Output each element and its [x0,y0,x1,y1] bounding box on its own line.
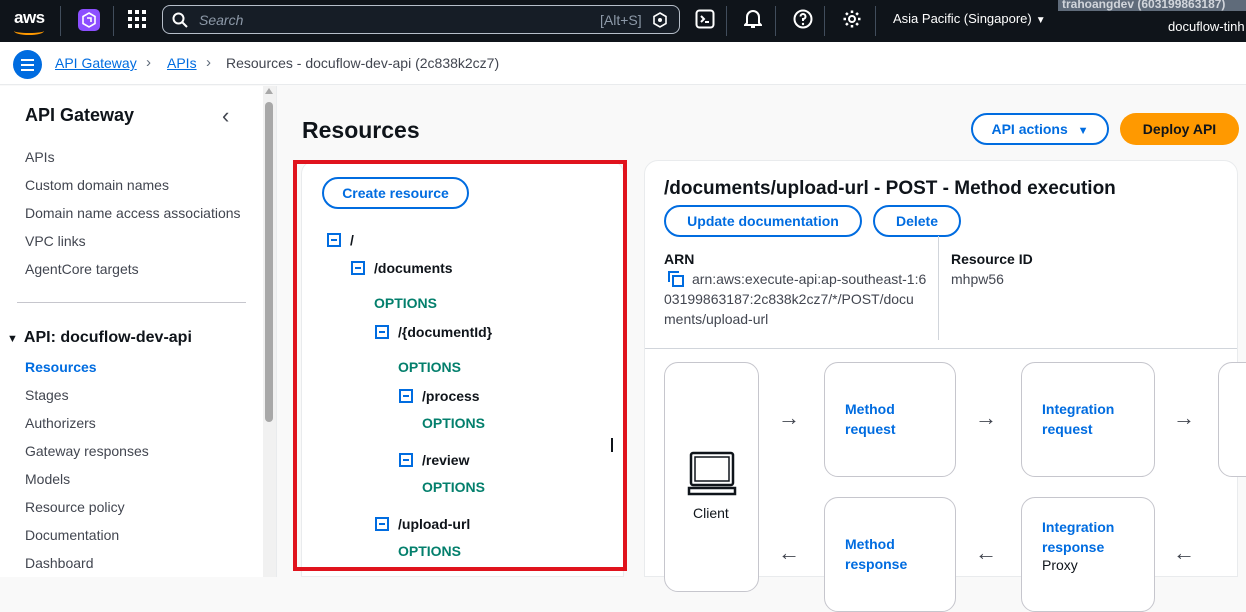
sidebar-item-vpc-links[interactable]: VPC links [25,233,86,249]
nav-divider [60,6,61,36]
nav-divider [726,6,727,36]
client-label: Client [693,505,729,521]
sidebar: API Gateway ‹ APIs Custom domain names D… [0,86,277,577]
scrollbar-thumb[interactable] [265,102,273,422]
api-gateway-service-icon[interactable] [78,9,100,31]
method-request-link[interactable]: Method request [845,399,896,439]
region-label: Asia Pacific (Singapore) [893,11,1032,26]
endpoint-card[interactable] [1218,362,1246,477]
integration-type: Proxy [1042,557,1078,573]
method-response-link[interactable]: Method response [845,534,907,574]
sidebar-item-custom-domain-names[interactable]: Custom domain names [25,177,169,193]
sidebar-item-agentcore-targets[interactable]: AgentCore targets [25,261,139,277]
user-menu[interactable]: docuflow-tinh [1168,19,1245,34]
sidebar-item-documentation[interactable]: Documentation [25,527,119,543]
arn-value-line2: 03199863187:2c838k2cz7/*/POST/docu [664,291,914,307]
search-placeholder: Search [199,12,244,28]
sidebar-item-resource-policy[interactable]: Resource policy [25,499,125,515]
sidebar-item-authorizers[interactable]: Authorizers [25,415,96,431]
column-divider [938,236,939,340]
resource-id-label: Resource ID [951,251,1033,267]
arrow-left-icon: ← [778,540,800,565]
api-section-toggle[interactable]: ▼ API: docuflow-dev-api [7,329,192,347]
breadcrumb-current: Resources - docuflow-dev-api (2c838k2cz7… [226,55,500,71]
sidebar-item-apis[interactable]: APIs [25,149,55,165]
sidebar-item-stages[interactable]: Stages [25,387,69,403]
api-section-label: API: docuflow-dev-api [23,329,192,346]
sidebar-divider [17,302,246,303]
breadcrumb-api-gateway[interactable]: API Gateway [55,55,137,71]
sidebar-scrollbar[interactable] [263,86,276,577]
nav-divider [824,6,825,36]
deploy-api-button[interactable]: Deploy API [1120,113,1239,145]
top-navigation: aws Search [Alt+S] Asia Pacific (Singapo… [0,0,1246,42]
section-divider [645,348,1237,349]
breadcrumb-apis[interactable]: APIs [167,55,197,71]
close-sidebar-icon[interactable]: ‹ [222,103,229,129]
resource-id-value: mhpw56 [951,271,1004,287]
page-title: Resources [302,117,420,143]
sidebar-item-dashboard[interactable]: Dashboard [25,555,94,571]
scroll-up-icon[interactable] [265,88,273,94]
caret-down-icon: ▼ [1077,125,1089,137]
account-id[interactable]: trahoangdev (603199863187) [1058,0,1246,11]
sidebar-item-resources[interactable]: Resources [25,359,97,375]
arrow-right-icon: → [1173,405,1195,430]
arrow-right-icon: → [778,405,800,430]
cloudshell-icon[interactable] [695,9,715,34]
computer-icon [687,450,737,503]
integration-request-link[interactable]: Integration request [1042,399,1114,439]
delete-button[interactable]: Delete [873,205,961,237]
services-grid-icon[interactable] [128,10,146,33]
arrow-left-icon: ← [1173,540,1195,565]
search-icon [172,12,188,33]
caret-down-icon: ▼ [7,333,18,345]
breadcrumb-bar: API Gateway › APIs › Resources - docuflo… [0,42,1246,85]
arrow-right-icon: → [975,405,997,430]
help-icon[interactable] [793,9,813,34]
method-execution-title: /documents/upload-url - POST - Method ex… [664,178,1116,199]
nav-divider [775,6,776,36]
search-input[interactable]: Search [Alt+S] [162,5,680,34]
bell-icon[interactable] [742,9,764,34]
update-documentation-button[interactable]: Update documentation [664,205,862,237]
aws-logo-smile [14,27,44,35]
menu-toggle-button[interactable] [13,50,42,79]
amazon-q-icon[interactable] [652,12,668,33]
arn-label: ARN [664,251,695,267]
sidebar-item-gateway-responses[interactable]: Gateway responses [25,443,149,459]
arn-value-line3: ments/upload-url [664,311,769,327]
highlight-box [293,160,627,571]
search-shortcut: [Alt+S] [600,12,642,28]
region-selector[interactable]: Asia Pacific (Singapore) ▼ [893,11,1046,26]
nav-divider [113,6,114,36]
nav-divider [875,6,876,36]
caret-down-icon: ▼ [1035,15,1046,26]
arn-value-line1: arn:aws:execute-api:ap-southeast-1:6 [692,271,927,287]
integration-response-link[interactable]: Integration response [1042,517,1114,557]
chevron-right-icon: › [146,54,151,71]
aws-logo[interactable]: aws [14,8,45,28]
api-actions-label: API actions [991,121,1068,137]
sidebar-title: API Gateway [25,105,135,125]
sidebar-item-domain-name-access[interactable]: Domain name access associations [25,205,241,221]
chevron-right-icon: › [206,54,211,71]
sidebar-item-models[interactable]: Models [25,471,70,487]
gear-icon[interactable] [842,9,862,34]
arrow-left-icon: ← [975,540,997,565]
api-actions-button[interactable]: API actions ▼ [971,113,1109,145]
